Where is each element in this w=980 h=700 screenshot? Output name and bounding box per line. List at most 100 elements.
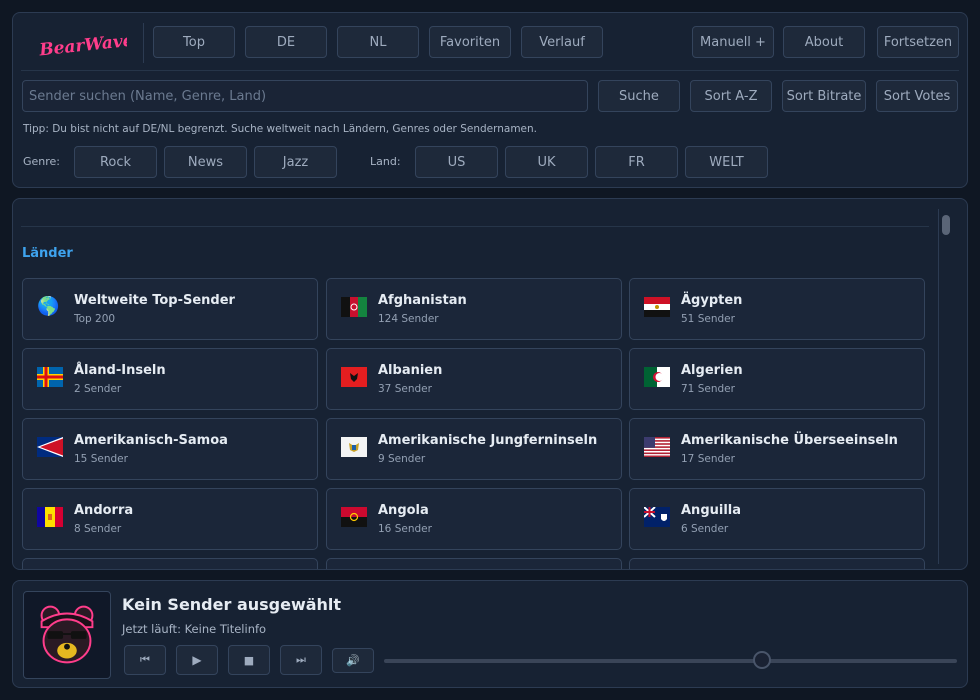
- search-input[interactable]: [22, 80, 588, 112]
- country-name: Albanien: [378, 363, 443, 378]
- mute-button[interactable]: 🔊: [332, 648, 374, 673]
- next-icon: ⏭: [296, 653, 306, 666]
- play-button[interactable]: ▶: [176, 645, 218, 675]
- country-fr-button[interactable]: FR: [595, 146, 678, 178]
- country-name: Weltweite Top-Sender: [74, 293, 235, 308]
- globe-icon: 🌎: [37, 296, 60, 317]
- country-card[interactable]: [22, 558, 318, 569]
- sort-az-button[interactable]: Sort A-Z: [690, 80, 772, 112]
- sort-votes-button[interactable]: Sort Votes: [876, 80, 958, 112]
- svg-text:BearWave: BearWave: [37, 31, 127, 59]
- bearwave-logo: BearWave: [37, 31, 127, 59]
- nav-nl-button[interactable]: NL: [337, 26, 419, 58]
- country-name: Amerikanisch-Samoa: [74, 433, 228, 448]
- country-name: Afghanistan: [378, 293, 467, 308]
- bear-logo-icon: [40, 605, 94, 664]
- station-artwork: [23, 591, 111, 679]
- country-card[interactable]: Ägypten 51 Sender: [629, 278, 925, 340]
- flag-eg-icon: [644, 297, 670, 317]
- list-scrollbar-thumb[interactable]: [942, 215, 950, 235]
- station-count: 6 Sender: [681, 523, 729, 535]
- resume-button[interactable]: Fortsetzen: [877, 26, 959, 58]
- country-card[interactable]: Afghanistan 124 Sender: [326, 278, 622, 340]
- genre-jazz-button[interactable]: Jazz: [254, 146, 337, 178]
- list-scrollbar[interactable]: [938, 209, 952, 564]
- country-card[interactable]: [629, 558, 925, 569]
- next-button[interactable]: ⏭: [280, 645, 322, 675]
- country-name: Anguilla: [681, 503, 742, 518]
- flag-ad-icon: [37, 507, 63, 527]
- nav-favoriten-button[interactable]: Favoriten: [429, 26, 511, 58]
- country-card[interactable]: Albanien 37 Sender: [326, 348, 622, 410]
- sort-bitrate-button[interactable]: Sort Bitrate: [782, 80, 866, 112]
- previous-button[interactable]: ⏮: [124, 645, 166, 675]
- station-count: 124 Sender: [378, 313, 439, 325]
- flag-ax-icon: [37, 367, 63, 387]
- country-name: Amerikanische Jungferninseln: [378, 433, 598, 448]
- country-card[interactable]: Anguilla 6 Sender: [629, 488, 925, 550]
- country-card[interactable]: 🌎 Weltweite Top-Sender Top 200: [22, 278, 318, 340]
- country-card[interactable]: Amerikanisch-Samoa 15 Sender: [22, 418, 318, 480]
- volume-slider-thumb[interactable]: [753, 651, 772, 669]
- nav-de-button[interactable]: DE: [245, 26, 327, 58]
- flag-vi-icon: [341, 437, 367, 457]
- nav-verlauf-button[interactable]: Verlauf: [521, 26, 603, 58]
- flag-um-icon: [644, 437, 670, 457]
- country-name: Ägypten: [681, 293, 743, 308]
- country-card[interactable]: Algerien 71 Sender: [629, 348, 925, 410]
- section-title-countries: Länder: [22, 246, 73, 261]
- station-count: 9 Sender: [378, 453, 426, 465]
- genre-rock-button[interactable]: Rock: [74, 146, 157, 178]
- flag-as-icon: [37, 437, 63, 457]
- country-name: Åland-Inseln: [74, 363, 166, 378]
- station-count: 17 Sender: [681, 453, 735, 465]
- flag-al-icon: [341, 367, 367, 387]
- volume-slider[interactable]: [384, 651, 957, 669]
- country-name: Algerien: [681, 363, 743, 378]
- search-button[interactable]: Suche: [598, 80, 680, 112]
- station-count: 15 Sender: [74, 453, 128, 465]
- previous-icon: ⏮: [140, 653, 150, 666]
- country-us-button[interactable]: US: [415, 146, 498, 178]
- station-count: 16 Sender: [378, 523, 432, 535]
- station-count: 8 Sender: [74, 523, 122, 535]
- player-title: Kein Sender ausgewählt: [122, 595, 342, 614]
- manual-add-button[interactable]: Manuell +: [692, 26, 774, 58]
- header-divider: [21, 70, 959, 71]
- stop-button[interactable]: ■: [228, 645, 270, 675]
- player-panel: Kein Sender ausgewählt Jetzt läuft: Kein…: [12, 580, 968, 688]
- country-name: Angola: [378, 503, 429, 518]
- now-playing-text: Jetzt läuft: Keine Titelinfo: [122, 622, 267, 636]
- about-button[interactable]: About: [783, 26, 865, 58]
- country-welt-button[interactable]: WELT: [685, 146, 768, 178]
- list-top-divider: [21, 199, 929, 227]
- flag-dz-icon: [644, 367, 670, 387]
- nav-top-button[interactable]: Top: [153, 26, 235, 58]
- genre-news-button[interactable]: News: [164, 146, 247, 178]
- country-card[interactable]: Amerikanische Überseeinseln 17 Sender: [629, 418, 925, 480]
- flag-af-icon: [341, 297, 367, 317]
- country-card[interactable]: Amerikanische Jungferninseln 9 Sender: [326, 418, 622, 480]
- header-panel: BearWave Top DE NL Favoriten Verlauf Man…: [12, 12, 968, 188]
- stop-icon: ■: [243, 653, 255, 667]
- genre-label: Genre:: [23, 155, 61, 168]
- flag-ao-icon: [341, 507, 367, 527]
- flag-ai-icon: [644, 507, 670, 527]
- country-card[interactable]: Angola 16 Sender: [326, 488, 622, 550]
- country-card[interactable]: Andorra 8 Sender: [22, 488, 318, 550]
- country-name: Amerikanische Überseeinseln: [681, 433, 898, 448]
- play-icon: ▶: [192, 653, 202, 667]
- station-list-panel: Länder 🌎 Weltweite Top-Sender Top 200 Af…: [12, 198, 968, 570]
- country-name: Andorra: [74, 503, 134, 518]
- search-tip: Tipp: Du bist nicht auf DE/NL begrenzt. …: [23, 123, 538, 135]
- station-count: 71 Sender: [681, 383, 735, 395]
- station-count: Top 200: [74, 313, 116, 325]
- volume-icon: 🔊: [346, 654, 360, 667]
- country-card[interactable]: Åland-Inseln 2 Sender: [22, 348, 318, 410]
- country-label: Land:: [370, 155, 401, 168]
- country-card[interactable]: [326, 558, 622, 569]
- country-uk-button[interactable]: UK: [505, 146, 588, 178]
- logo-separator: [143, 23, 144, 63]
- station-count: 51 Sender: [681, 313, 735, 325]
- station-count: 2 Sender: [74, 383, 122, 395]
